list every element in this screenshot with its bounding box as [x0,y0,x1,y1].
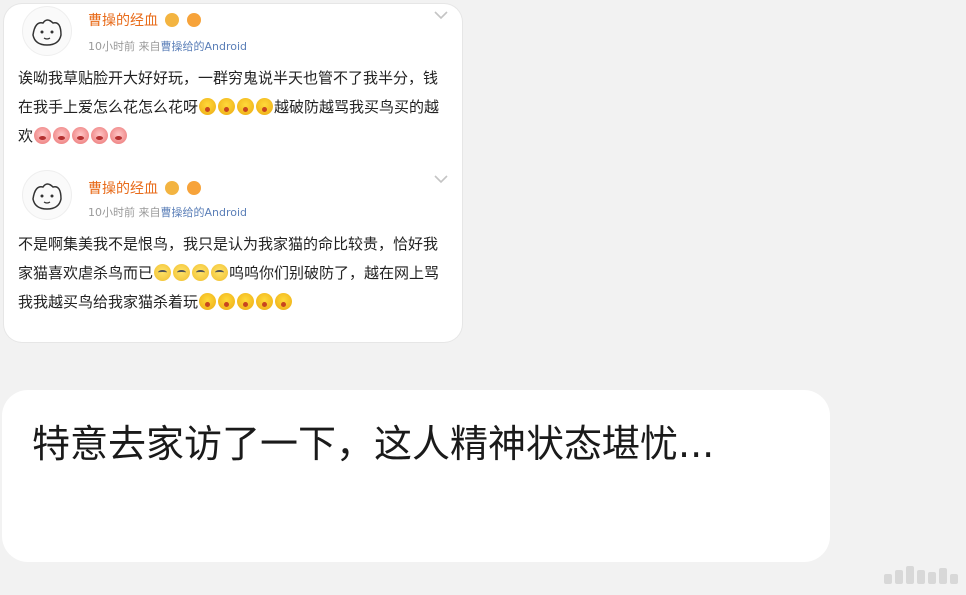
shock-emoji-icon [218,98,236,115]
message-text: 特意去家访了一下，这人精神状态堪忧... [32,422,715,466]
post-body: 诶呦我草贴脸开大好好玩，一群穷鬼说半天也管不了我半分，钱在我手上爱怎么花怎么花呀… [18,64,450,151]
post-source-link[interactable]: 曹操给的Android [161,206,248,219]
source-prefix: 来自 [138,40,161,53]
username-text[interactable]: 曹操的经血 [88,13,158,29]
shock-emoji-icon [237,98,255,115]
post-time: 10小时前 [88,206,135,219]
sweat-emoji-icon [211,264,229,281]
angry-emoji-icon [53,127,71,144]
avatar-cartoon-cat-icon [32,183,62,210]
crown-badge-icon [165,181,180,195]
username[interactable]: 曹操的经血 [88,178,201,198]
sweat-emoji-icon [192,264,210,281]
face-badge-icon [186,13,201,27]
shock-emoji-icon [199,293,217,310]
post-meta: 10小时前 来自曹操给的Android [88,38,247,54]
crown-badge-icon [165,13,180,27]
post-time: 10小时前 [88,40,135,53]
watermark-bars [884,566,958,584]
username[interactable]: 曹操的经血 [88,10,201,30]
angry-emoji-icon [110,127,128,144]
post-body: 不是啊集美我不是恨鸟，我只是认为我家猫的命比较贵，恰好我家猫喜欢虐杀鸟而已 呜呜你… [18,230,450,317]
screenshot-card: 曹操的经血 10小时前 来自曹操给的Android 诶呦我草贴脸开大好好玩，一群… [4,4,462,342]
post-meta: 10小时前 来自曹操给的Android [88,204,247,220]
post-source-link[interactable]: 曹操给的Android [161,40,248,53]
shock-emoji-icon [275,293,293,310]
avatar-cartoon-cat-icon [32,19,62,46]
sweat-emoji-icon [173,264,191,281]
chat-message-bubble: 特意去家访了一下，这人精神状态堪忧... [2,390,830,562]
shock-emoji-icon [256,293,274,310]
shock-emoji-icon [218,293,236,310]
shock-emoji-icon [237,293,255,310]
face-badge-icon [186,181,201,195]
shock-emoji-icon [256,98,274,115]
username-text[interactable]: 曹操的经血 [88,181,158,197]
angry-emoji-icon [34,127,52,144]
shock-emoji-icon [199,98,217,115]
sweat-emoji-icon [154,264,172,281]
chevron-down-icon[interactable] [434,10,448,20]
source-prefix: 来自 [138,206,161,219]
angry-emoji-icon [72,127,90,144]
avatar[interactable] [22,170,72,220]
chevron-down-icon[interactable] [434,174,448,184]
avatar[interactable] [22,6,72,56]
angry-emoji-icon [91,127,109,144]
